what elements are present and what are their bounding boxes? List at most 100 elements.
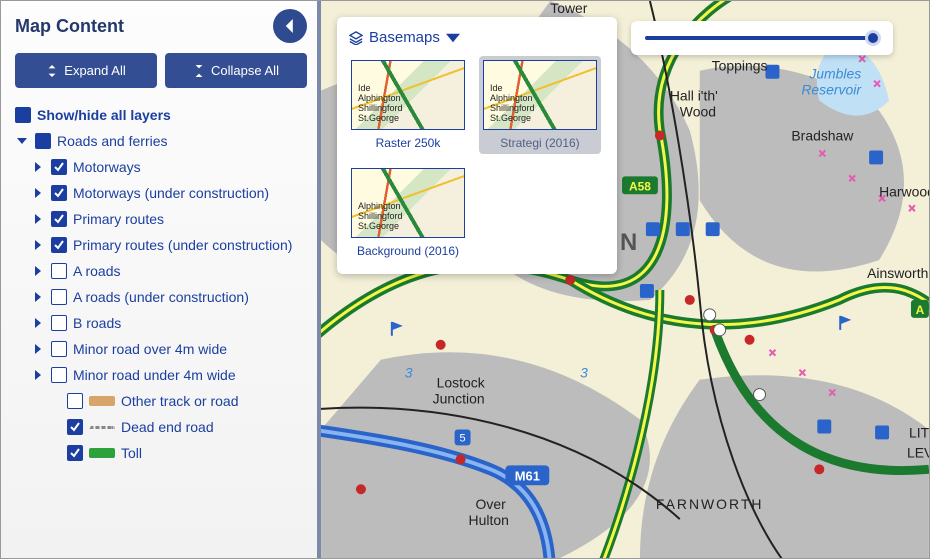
chevron-right-icon — [31, 160, 45, 174]
show-hide-label: Show/hide all layers — [37, 107, 171, 123]
label-ainsworth: Ainsworth — [867, 265, 928, 281]
label-bolton-n: N — [620, 229, 640, 256]
label-jumbles: JumblesReservoir — [801, 66, 862, 98]
basemap-label: Strategi (2016) — [483, 136, 597, 150]
sublayer-checkbox[interactable] — [67, 445, 83, 461]
basemap-label: Background (2016) — [351, 244, 465, 258]
label-toppings: Toppings — [712, 58, 768, 74]
sublayer-checkbox[interactable] — [67, 393, 83, 409]
group-checkbox[interactable] — [35, 133, 51, 149]
basemap-thumb: IdeAlphingtonShillingfordSt.George — [483, 60, 597, 130]
layer-label: Minor road under 4m wide — [73, 367, 236, 383]
basemap-thumb: AlphingtonShillingfordSt.George — [351, 168, 465, 238]
layer-checkbox[interactable] — [51, 289, 67, 305]
layer-checkbox[interactable] — [51, 237, 67, 253]
layer-label: Minor road over 4m wide — [73, 341, 227, 357]
layer-row[interactable]: A roads (under construction) — [15, 284, 307, 310]
basemap-option[interactable]: IdeAlphingtonShillingfordSt.George Raster… — [347, 56, 469, 154]
chevron-right-icon — [31, 238, 45, 252]
svg-text:A58: A58 — [629, 179, 651, 193]
group-roads-and-ferries[interactable]: Roads and ferries — [15, 128, 307, 154]
layer-label: B roads — [73, 315, 121, 331]
sublayer-swatch — [89, 448, 115, 458]
collapse-all-button[interactable]: Collapse All — [165, 53, 307, 88]
sublayer-label: Dead end road — [121, 419, 214, 435]
label-lev: LEV — [907, 444, 929, 460]
expand-all-button[interactable]: Expand All — [15, 53, 157, 88]
basemaps-header-label: Basemaps — [369, 29, 440, 46]
svg-text:5: 5 — [460, 432, 466, 444]
layer-label: A roads (under construction) — [73, 289, 249, 305]
expand-icon — [46, 65, 58, 77]
layer-checkbox[interactable] — [51, 341, 67, 357]
sidebar: Map Content Expand All Collapse All Show… — [1, 1, 321, 558]
svg-text:3: 3 — [405, 365, 413, 381]
show-hide-all-layers[interactable]: Show/hide all layers — [15, 102, 307, 128]
sidebar-collapse-button[interactable] — [273, 9, 307, 43]
chevron-right-icon — [31, 342, 45, 356]
chevron-right-icon — [31, 290, 45, 304]
collapse-all-label: Collapse All — [211, 63, 279, 78]
chevron-left-icon — [283, 19, 297, 33]
label-overhulton: OverHulton — [469, 496, 509, 528]
label-lostock: LostockJunction — [433, 375, 485, 407]
sublayer-row[interactable]: Other track or road — [15, 388, 307, 414]
sidebar-title: Map Content — [15, 16, 124, 37]
layer-row[interactable]: Primary routes — [15, 206, 307, 232]
opacity-slider[interactable] — [631, 21, 893, 55]
layers-icon — [349, 31, 363, 45]
layer-label: A roads — [73, 263, 120, 279]
layer-label: Primary routes — [73, 211, 164, 227]
basemaps-toggle[interactable]: Basemaps — [347, 25, 607, 56]
chevron-down-icon — [446, 31, 460, 45]
sublayer-swatch — [89, 396, 115, 406]
basemap-thumb: IdeAlphingtonShillingfordSt.George — [351, 60, 465, 130]
basemap-option[interactable]: AlphingtonShillingfordSt.George Backgroun… — [347, 164, 469, 262]
sublayer-checkbox[interactable] — [67, 419, 83, 435]
map-viewport[interactable]: M61 A58 A 5 3 3 — [321, 1, 929, 558]
slider-thumb[interactable] — [865, 30, 881, 46]
shield-a58: A58 — [622, 176, 658, 194]
basemaps-panel: Basemaps IdeAlphingtonShillingfordSt.Geo… — [337, 17, 617, 274]
show-hide-checkbox[interactable] — [15, 107, 31, 123]
expand-all-label: Expand All — [64, 63, 125, 78]
sublayer-row[interactable]: Dead end road — [15, 414, 307, 440]
chevron-right-icon — [31, 264, 45, 278]
label-lit: LIT — [909, 424, 929, 440]
layer-label: Primary routes (under construction) — [73, 237, 292, 253]
layer-checkbox[interactable] — [51, 211, 67, 227]
sublayer-row[interactable]: Toll — [15, 440, 307, 466]
sidebar-scroll[interactable]: Map Content Expand All Collapse All Show… — [1, 1, 317, 558]
layer-checkbox[interactable] — [51, 263, 67, 279]
layer-checkbox[interactable] — [51, 159, 67, 175]
layer-row[interactable]: Motorways — [15, 154, 307, 180]
sublayer-swatch — [89, 426, 115, 429]
group-label: Roads and ferries — [57, 133, 168, 149]
shield-m61: M61 — [505, 465, 549, 485]
sublayer-label: Toll — [121, 445, 142, 461]
layer-row[interactable]: Primary routes (under construction) — [15, 232, 307, 258]
layer-row[interactable]: Minor road over 4m wide — [15, 336, 307, 362]
chevron-down-icon — [15, 134, 29, 148]
label-bradshaw: Bradshaw — [791, 127, 854, 143]
layer-row[interactable]: Motorways (under construction) — [15, 180, 307, 206]
layer-checkbox[interactable] — [51, 185, 67, 201]
basemap-option[interactable]: IdeAlphingtonShillingfordSt.George Strate… — [479, 56, 601, 154]
layer-row[interactable]: A roads — [15, 258, 307, 284]
layer-checkbox[interactable] — [51, 315, 67, 331]
shield-a-right: A — [911, 300, 929, 318]
layer-row[interactable]: B roads — [15, 310, 307, 336]
layer-row[interactable]: Minor road under 4m wide — [15, 362, 307, 388]
layer-label: Motorways — [73, 159, 141, 175]
chevron-right-icon — [31, 186, 45, 200]
basemap-label: Raster 250k — [351, 136, 465, 150]
layer-checkbox[interactable] — [51, 367, 67, 383]
label-harwood: Harwood — [879, 183, 929, 199]
slider-track[interactable] — [645, 36, 879, 40]
sublayer-label: Other track or road — [121, 393, 239, 409]
chevron-right-icon — [31, 212, 45, 226]
svg-text:M61: M61 — [515, 468, 540, 483]
chevron-right-icon — [31, 368, 45, 382]
chevron-right-icon — [31, 316, 45, 330]
svg-text:3: 3 — [580, 365, 588, 381]
